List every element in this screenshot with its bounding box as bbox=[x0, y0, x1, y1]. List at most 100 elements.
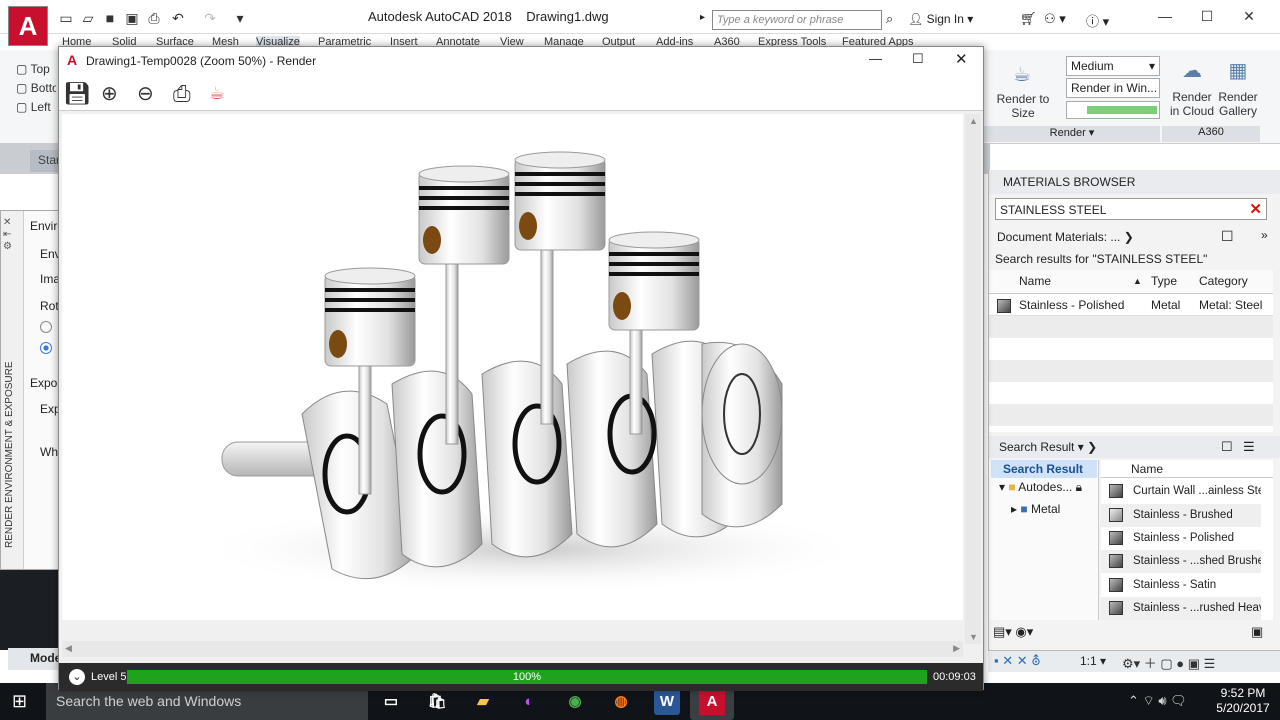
list-item[interactable]: Stainless - Polished bbox=[1101, 527, 1261, 550]
tree-search-result[interactable]: Search Result bbox=[991, 460, 1097, 478]
print-icon[interactable]: ⎙ bbox=[173, 81, 191, 107]
qat-dropdown-icon[interactable]: ▾ bbox=[230, 8, 250, 28]
document-materials-dropdown[interactable]: Document Materials: ... ❯ bbox=[993, 226, 1134, 248]
tree-metal[interactable]: ▸ ■ Metal bbox=[1011, 502, 1060, 516]
view-toggle-icon[interactable]: ☐ bbox=[1221, 228, 1234, 245]
piston-2 bbox=[418, 165, 510, 265]
table-row[interactable]: Stainless - Polished Metal Metal: Steel bbox=[989, 294, 1273, 316]
rendered-engine-image bbox=[192, 151, 872, 594]
sign-in-button[interactable]: 👤︎ Sign In ▾ bbox=[908, 12, 973, 26]
plot-icon[interactable]: ⎙ bbox=[144, 8, 164, 28]
render-progress-mini bbox=[1066, 101, 1160, 119]
help-icon[interactable]: ⓘ ▾ bbox=[1086, 11, 1109, 30]
cube-icon: ▢ bbox=[16, 81, 28, 95]
new-file-icon[interactable]: ▭ bbox=[56, 8, 76, 28]
store-icon[interactable]: 🛍︎ bbox=[424, 689, 450, 715]
minimize-button[interactable]: — bbox=[1150, 8, 1180, 26]
list-item[interactable]: Stainless - Satin bbox=[1101, 574, 1261, 597]
rw-minimize-button[interactable]: — bbox=[869, 51, 882, 66]
materials-browser-title: MATERIALS BROWSER bbox=[989, 170, 1280, 194]
chrome-icon[interactable]: ◉ bbox=[562, 689, 588, 715]
material-tools-icons[interactable]: ▤▾ ◉▾ bbox=[993, 624, 1033, 640]
col-category[interactable]: Category bbox=[1199, 274, 1248, 288]
close-button[interactable]: ✕ bbox=[1234, 8, 1264, 26]
save-image-icon[interactable]: 💾︎ bbox=[63, 81, 91, 107]
binoculars-icon[interactable]: ⌕ bbox=[886, 11, 893, 27]
render-canvas bbox=[62, 114, 963, 620]
a360-panel-label: A360 bbox=[1162, 126, 1260, 142]
photos-icon[interactable]: ◐ bbox=[516, 689, 542, 715]
cad-status-bar: ▪ ✕ ✕ ⛢ 1:1 ▾ ⚙▾ ＋ ▢ ● ▣ ☰ bbox=[988, 650, 1280, 672]
file-explorer-icon[interactable]: ▰ bbox=[470, 689, 496, 715]
cart-icon[interactable]: 🛒︎ bbox=[1020, 11, 1037, 27]
annotation-scale[interactable]: 1:1 ▾ bbox=[1080, 654, 1106, 668]
model-tab[interactable]: Mode bbox=[8, 648, 61, 670]
save-as-icon[interactable]: ▣ bbox=[122, 8, 142, 28]
palette-controls[interactable]: ✕ ⇤ ⚙ bbox=[3, 217, 21, 253]
maximize-button[interactable]: ☐ bbox=[1192, 8, 1222, 26]
view-left[interactable]: ▢ Left bbox=[16, 100, 51, 114]
exchange-icon[interactable]: ⚇ ▾ bbox=[1044, 11, 1066, 27]
zoom-out-icon[interactable]: ⊖ bbox=[137, 81, 154, 106]
tree-autodesk[interactable]: ▾ ■ Autodes... 🔒︎ bbox=[999, 480, 1082, 495]
material-editor-icon[interactable]: ▣ bbox=[1251, 624, 1263, 640]
firefox-icon[interactable]: ◍ bbox=[608, 689, 634, 715]
search-input[interactable]: Type a keyword or phrase bbox=[712, 10, 882, 30]
windows-start-icon[interactable]: ⊞ bbox=[12, 691, 27, 712]
word-icon[interactable]: W bbox=[654, 689, 680, 715]
render-quality-dropdown[interactable]: Medium ▾ bbox=[1066, 56, 1160, 76]
tray-icons[interactable]: ⌃ ⌔ 🔊︎ 🗨︎ bbox=[1128, 693, 1187, 709]
list-item[interactable]: Stainless - ...shed Brushed bbox=[1101, 550, 1261, 573]
open-file-icon[interactable]: ▱ bbox=[78, 8, 98, 28]
list-item[interactable]: Stainless - ...rushed Heavy bbox=[1101, 597, 1261, 620]
render-panel-label[interactable]: Render ▾ bbox=[984, 126, 1160, 142]
empty-rows bbox=[989, 316, 1273, 432]
folder-icon: ■ bbox=[1008, 480, 1016, 494]
col-type[interactable]: Type bbox=[1151, 274, 1177, 288]
materials-search-input[interactable]: STAINLESS STEEL ✕ bbox=[995, 198, 1267, 220]
clear-search-icon[interactable]: ✕ bbox=[1249, 200, 1262, 218]
render-window-titlebar: A Drawing1-Temp0028 (Zoom 50%) - Render … bbox=[59, 47, 983, 75]
rw-maximize-button[interactable]: ☐ bbox=[912, 51, 924, 67]
render-teapot-icon[interactable]: ☕︎ bbox=[209, 83, 225, 104]
status-tools-icons[interactable]: ▪ ✕ ✕ ⛢ bbox=[994, 653, 1041, 669]
expand-details-icon[interactable]: ⌄ bbox=[69, 669, 85, 685]
material-category-icon: ■ bbox=[1020, 502, 1028, 516]
palette-title: RENDER ENVIRONMENT & EXPOSURE bbox=[4, 361, 15, 548]
radio-option-2[interactable] bbox=[40, 342, 52, 354]
status-settings-icons[interactable]: ⚙▾ ＋ ▢ ● ▣ ☰ bbox=[1122, 653, 1215, 672]
piston-4 bbox=[608, 231, 700, 331]
col-name[interactable]: Name bbox=[1019, 274, 1051, 288]
expand-right-icon[interactable]: » bbox=[1261, 228, 1268, 242]
list-header[interactable]: Name bbox=[1101, 460, 1273, 478]
render-progress-bar: 100% bbox=[127, 670, 927, 684]
render-time: 00:09:03 bbox=[933, 671, 976, 683]
task-view-icon[interactable]: ▭ bbox=[378, 689, 404, 715]
render-to-size-button[interactable]: Render to Size bbox=[986, 92, 1060, 120]
vertical-scrollbar[interactable]: ▲ ▼ bbox=[965, 114, 981, 644]
render-in-dropdown[interactable]: Render in Win... bbox=[1066, 78, 1160, 98]
library-view-icon[interactable]: ☐ bbox=[1221, 439, 1233, 455]
title-bar: ▭ ▱ ■ ▣ ⎙ ↶ ↷ ▾ Autodesk AutoCAD 2018 Dr… bbox=[0, 0, 1280, 34]
expand-search-icon[interactable]: ▸ bbox=[700, 12, 705, 23]
view-top[interactable]: ▢ Top bbox=[16, 62, 50, 76]
list-view-icon[interactable]: ☰ bbox=[1243, 439, 1255, 455]
render-cloud-button[interactable]: Render in Cloud bbox=[1166, 90, 1218, 118]
redo-icon[interactable]: ↷ bbox=[200, 8, 220, 28]
piston-1 bbox=[324, 267, 416, 367]
search-result-dropdown[interactable]: Search Result ▾ ❯ bbox=[999, 440, 1097, 454]
taskbar-clock[interactable]: 9:52 PM 5/20/2017 bbox=[1210, 686, 1276, 716]
autocad-logo[interactable]: A bbox=[8, 6, 48, 46]
list-item[interactable]: Stainless - Brushed bbox=[1101, 504, 1261, 527]
save-icon[interactable]: ■ bbox=[100, 8, 120, 28]
rw-close-button[interactable]: ✕ bbox=[955, 50, 968, 68]
undo-icon[interactable]: ↶ bbox=[168, 8, 188, 28]
autocad-small-logo-icon: A bbox=[67, 52, 78, 68]
view-bottom[interactable]: ▢ Bottom bbox=[16, 81, 56, 95]
radio-option-1[interactable] bbox=[40, 321, 52, 333]
render-gallery-button[interactable]: Render Gallery bbox=[1216, 90, 1260, 118]
list-item[interactable]: Curtain Wall ...ainless Stee bbox=[1101, 480, 1261, 503]
horizontal-scrollbar[interactable]: ◀ ▶ bbox=[62, 641, 963, 657]
zoom-in-icon[interactable]: ⊕ bbox=[101, 81, 118, 106]
render-gallery-icon: ▦ bbox=[1228, 60, 1248, 82]
